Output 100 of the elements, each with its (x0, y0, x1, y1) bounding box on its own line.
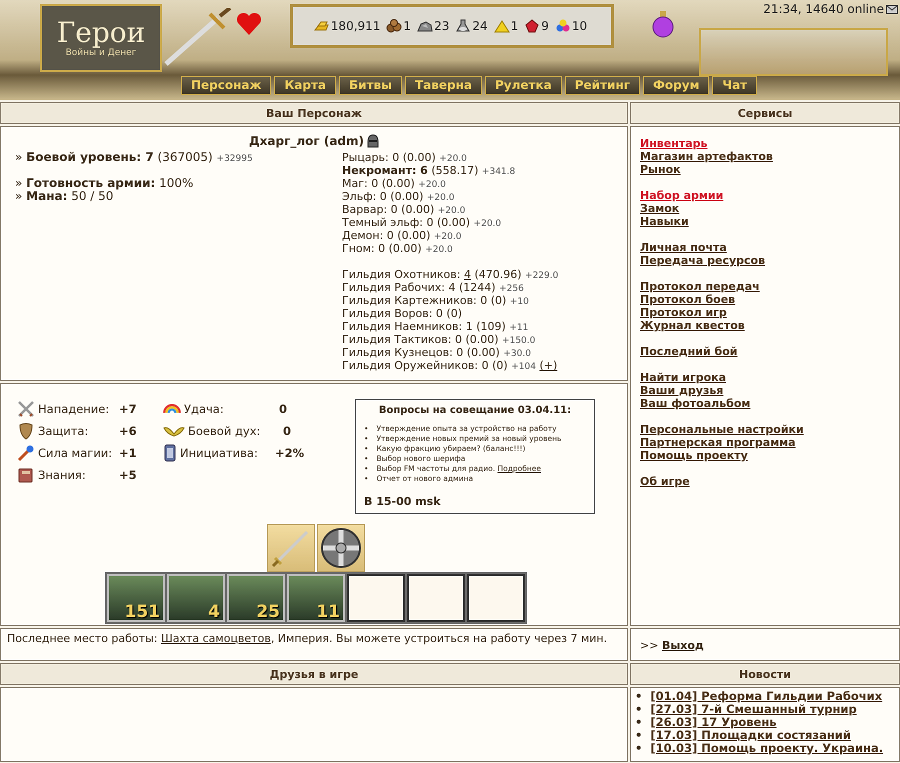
stat-value: +7 (119, 402, 138, 416)
bullet: • (635, 742, 642, 755)
resource-amount: 9 (541, 19, 549, 33)
stat-value: +1 (119, 446, 138, 460)
guild-line: Гильдия Оружейников: 0 (0) +104 (+) (342, 359, 558, 372)
notice-title: Вопросы на совещание 03.04.11: (378, 405, 572, 416)
add-link[interactable]: (+) (539, 359, 558, 372)
logout-prefix: >> (640, 639, 658, 652)
guild-line: Гильдия Рабочих: 4 (1244) +256 (342, 281, 524, 294)
nav-tab[interactable]: Рейтинг (564, 76, 640, 95)
service-link[interactable]: Ваши друзья (640, 384, 724, 397)
service-link[interactable]: Магазин артефактов (640, 150, 773, 163)
round-shield-icon (319, 526, 363, 570)
bullet: • (635, 729, 642, 742)
creature-slot[interactable]: 151 (107, 574, 165, 622)
service-link[interactable]: Протокол игр (640, 306, 727, 319)
faction-line: Эльф: 0 (0.00) +20.0 (342, 190, 454, 203)
logout-link[interactable]: Выход (662, 639, 704, 652)
service-link[interactable]: Замок (640, 202, 680, 215)
faction-line: Варвар: 0 (0.00) +20.0 (342, 203, 466, 216)
service-link[interactable]: Протокол боев (640, 293, 736, 306)
bullet: • (635, 690, 642, 703)
nav-tab[interactable]: Карта (274, 76, 336, 95)
game-logo[interactable]: Герои Войны и Денег (40, 4, 162, 72)
logs-icon (386, 19, 402, 33)
service-link[interactable]: Найти игрока (640, 371, 726, 384)
service-link[interactable]: Протокол передач (640, 280, 760, 293)
resource-amount: 1 (403, 19, 412, 33)
sulfur-pile-icon (494, 19, 510, 33)
summary-line: » Мана: 50 / 50 (15, 189, 114, 203)
rainbow-icon (163, 404, 181, 414)
service-link[interactable]: Передача ресурсов (640, 254, 766, 267)
heart-icon[interactable] (236, 12, 262, 36)
stat-label: Защита: (38, 424, 90, 438)
stat-label: Инициатива: (180, 446, 259, 460)
service-link[interactable]: Набор армии (640, 189, 724, 202)
stat-value: +5 (119, 468, 138, 482)
news-link[interactable]: [26.03] 17 Уровень (650, 716, 777, 729)
nav-tab[interactable]: Рулетка (485, 76, 562, 95)
book-icon (17, 466, 35, 484)
crystal-icon (524, 19, 540, 33)
resource-amount: 24 (472, 19, 488, 33)
nav-tab[interactable]: Таверна (405, 76, 482, 95)
faction-line: Демон: 0 (0.00) +20.0 (342, 229, 462, 242)
crossed-swords-icon (17, 400, 35, 418)
service-link[interactable]: Помощь проекту (640, 449, 748, 462)
work-link[interactable]: Шахта самоцветов (160, 632, 271, 645)
stat-label: Сила магии: (38, 446, 114, 460)
sword-drawing (162, 8, 232, 68)
service-link[interactable]: Об игре (640, 475, 690, 488)
character-name: Дхарг_лог (adm) (248, 134, 364, 148)
mail-icon[interactable] (886, 4, 898, 14)
creature-slot[interactable]: 25 (227, 574, 285, 622)
service-link[interactable]: Последний бой (640, 345, 738, 358)
section-header: Ваш Персонаж (0, 102, 628, 124)
service-link[interactable]: Рынок (640, 163, 681, 176)
stat-value: +2% (275, 446, 306, 460)
shield-icon (17, 422, 35, 440)
nav-tab[interactable]: Битвы (339, 76, 402, 95)
guild-line: Гильдия Картежников: 0 (0) +10 (342, 294, 529, 307)
news-link[interactable]: [17.03] Площадки состязаний (650, 729, 851, 742)
service-link[interactable]: Журнал квестов (640, 319, 745, 332)
news-link[interactable]: [27.03] 7-й Смешанный турнир (650, 703, 857, 716)
section-header: Друзья в игре (0, 663, 628, 685)
creature-slot[interactable]: 11 (287, 574, 345, 622)
service-link[interactable]: Инвентарь (640, 137, 708, 150)
bullet: • (635, 703, 642, 716)
creature-slot[interactable]: 4 (167, 574, 225, 622)
resource-amount: 180,911 (330, 19, 380, 33)
resource-amount: 10 (572, 19, 588, 33)
section-header: Сервисы (630, 102, 900, 124)
bullet: • (635, 716, 642, 729)
ingots-icon (314, 19, 330, 33)
potion-icon[interactable] (652, 10, 674, 38)
equipment-slot[interactable] (317, 524, 365, 572)
service-link[interactable]: Навыки (640, 215, 689, 228)
stat-value: +6 (119, 424, 138, 438)
work-message: Последнее место работы: Шахта самоцветов, Империя. Вы можете устроиться на работу через 7 мин. (7, 632, 608, 645)
helmet-icon (367, 134, 380, 148)
guild-line: Гильдия Тактиков: 0 (0.00) +150.0 (342, 333, 536, 346)
summary-line: » Боевой уровень: 7 (367005) +32995 (15, 150, 253, 164)
guild-link[interactable]: 4 (464, 268, 471, 281)
guild-line: Гильдия Наемников: 1 (109) +11 (342, 320, 528, 333)
faction-line: Маг: 0 (0.00) +20.0 (342, 177, 446, 190)
news-link[interactable]: [01.04] Реформа Гильдии Рабочих (650, 690, 882, 703)
nav-tab[interactable]: Чат (712, 76, 758, 95)
nav-tab[interactable]: Форум (643, 76, 710, 95)
guild-line: Гильдия Кузнецов: 0 (0.00) +30.0 (342, 346, 531, 359)
service-link[interactable]: Личная почта (640, 241, 727, 254)
nav-tab[interactable]: Персонаж (181, 76, 272, 95)
faction-line: Рыцарь: 0 (0.00) +20.0 (342, 151, 467, 164)
service-link[interactable]: Персональные настройки (640, 423, 804, 436)
faction-line: Некромант: 6 (558.17) +341.8 (342, 164, 516, 177)
resource-amount: 1 (510, 19, 518, 33)
resource-amount: 23 (434, 19, 450, 33)
news-link[interactable]: [10.03] Помощь проекту. Украина. (650, 742, 884, 755)
service-link[interactable]: Ваш фотоальбом (640, 397, 750, 410)
section-header: Новости (630, 663, 900, 685)
service-link[interactable]: Партнерская программа (640, 436, 796, 449)
magic-wand-icon (17, 444, 35, 462)
